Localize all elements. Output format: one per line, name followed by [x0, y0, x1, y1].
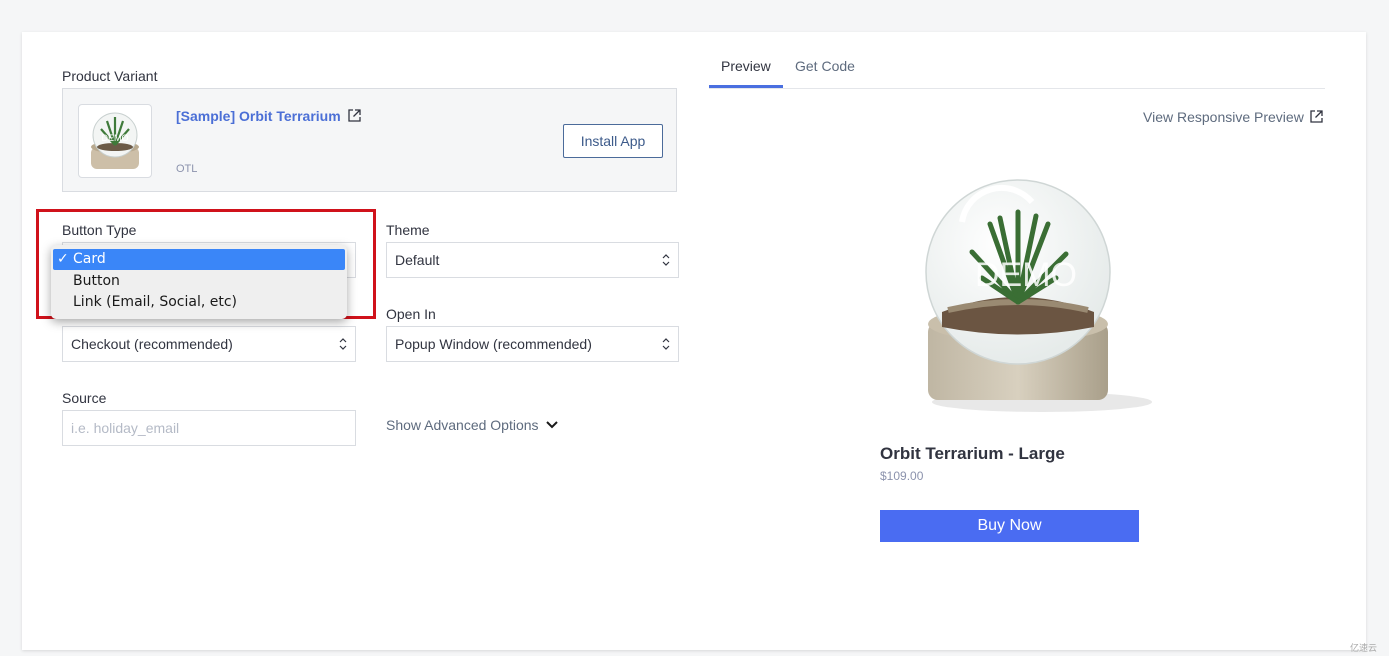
tab-preview[interactable]: Preview	[721, 58, 771, 74]
open-in-label: Open In	[386, 306, 436, 322]
tabs-divider	[709, 88, 1325, 89]
open-in-select[interactable]: Popup Window (recommended)	[386, 326, 679, 362]
theme-select[interactable]: Default	[386, 242, 679, 278]
product-variant-label: Product Variant	[62, 68, 158, 84]
dropdown-option-card[interactable]: ✓ Card	[53, 249, 345, 270]
terrarium-thumb-image: DEMO	[91, 112, 139, 169]
product-price: $109.00	[880, 469, 924, 483]
button-builder-card: Product Variant DEMO [Sample] Orbit Terr…	[22, 32, 1366, 650]
theme-value: Default	[395, 252, 440, 268]
checkmark-icon: ✓	[57, 251, 69, 267]
show-advanced-options-link[interactable]: Show Advanced Options	[386, 417, 539, 433]
open-in-value: Popup Window (recommended)	[395, 336, 592, 352]
theme-label: Theme	[386, 222, 430, 238]
product-image: DEMO	[925, 179, 1152, 412]
redirect-value: Checkout (recommended)	[71, 336, 233, 352]
product-thumbnail: DEMO	[78, 104, 152, 178]
view-responsive-preview-link[interactable]: View Responsive Preview	[1143, 109, 1304, 125]
external-link-icon[interactable]	[348, 109, 361, 122]
active-tab-indicator	[709, 85, 783, 88]
tab-get-code[interactable]: Get Code	[795, 58, 855, 74]
chevron-down-icon[interactable]	[545, 420, 559, 430]
select-arrows-icon	[339, 338, 347, 350]
dropdown-option-label: Link (Email, Social, etc)	[73, 294, 237, 310]
source-input[interactable]: i.e. holiday_email	[62, 410, 356, 446]
redirect-select[interactable]: Checkout (recommended)	[62, 326, 356, 362]
source-label: Source	[62, 390, 107, 406]
product-name-link[interactable]: [Sample] Orbit Terrarium	[176, 108, 341, 124]
product-variant-box: DEMO [Sample] Orbit Terrarium OTL Instal…	[62, 88, 677, 192]
product-title: Orbit Terrarium - Large	[880, 444, 1065, 463]
dropdown-option-label: Card	[73, 251, 106, 267]
product-sku: OTL	[176, 163, 198, 175]
dropdown-option-button[interactable]: Button	[53, 271, 345, 292]
install-app-button[interactable]: Install App	[563, 124, 663, 158]
thumb-watermark: DEMO	[102, 133, 129, 143]
dropdown-option-label: Button	[73, 273, 120, 289]
external-link-icon[interactable]	[1310, 110, 1323, 123]
select-arrows-icon	[662, 338, 670, 350]
select-arrows-icon	[662, 254, 670, 266]
product-image-watermark: DEMO	[975, 256, 1077, 294]
dropdown-option-link[interactable]: Link (Email, Social, etc)	[53, 292, 345, 313]
site-watermark: 亿速云	[1349, 643, 1377, 653]
buy-now-button[interactable]: Buy Now	[880, 510, 1139, 542]
button-type-dropdown[interactable]: ✓ Card Button Link (Email, Social, etc)	[51, 245, 347, 319]
